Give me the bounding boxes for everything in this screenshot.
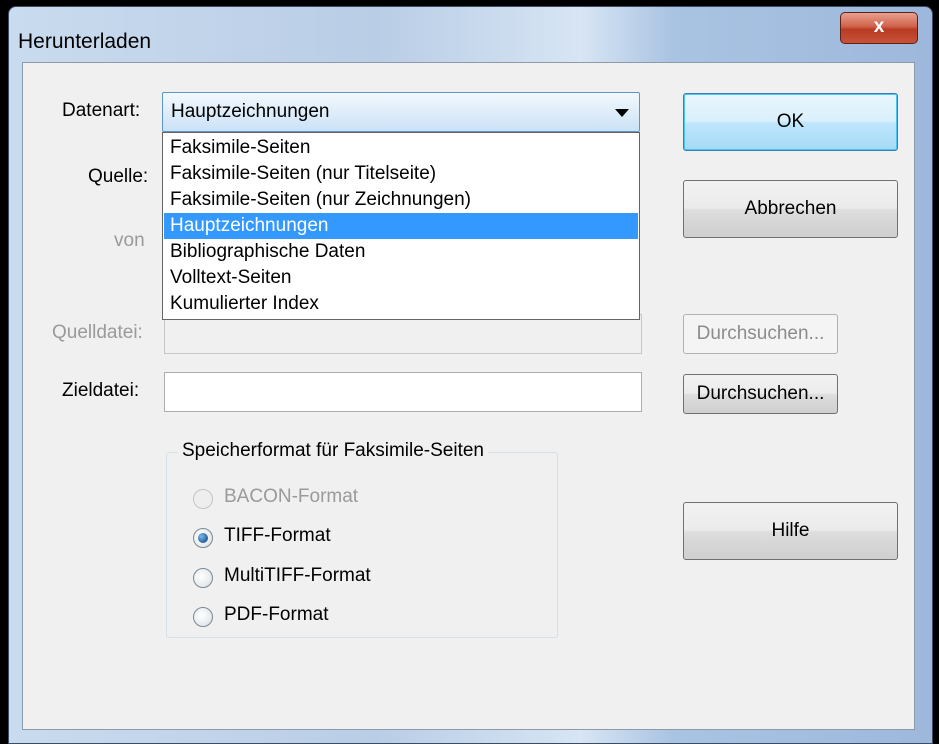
datenart-selected-value: Hauptzeichnungen — [171, 101, 330, 122]
help-button[interactable]: Hilfe — [683, 502, 898, 560]
close-button[interactable]: x — [840, 12, 918, 44]
zieldatei-label: Zieldatei: — [62, 380, 140, 401]
radio-pdf-format[interactable] — [193, 607, 213, 627]
ok-button-label: OK — [776, 111, 805, 132]
radio-bacon-label: BACON-Format — [224, 486, 359, 507]
radio-bacon-format — [193, 489, 213, 509]
dropdown-option-faksimile-zeichnungen[interactable]: Faksimile-Seiten (nur Zeichnungen) — [164, 187, 638, 213]
datenart-dropdown-list[interactable]: Faksimile-Seiten Faksimile-Seiten (nur T… — [162, 132, 640, 320]
dropdown-option-kumulierter-index[interactable]: Kumulierter Index — [164, 291, 638, 317]
browse-source-label: Durchsuchen... — [696, 323, 825, 344]
browse-source-button: Durchsuchen... — [683, 314, 838, 354]
dropdown-option-volltext[interactable]: Volltext-Seiten — [164, 265, 638, 291]
datenart-label: Datenart: — [62, 100, 141, 121]
radio-pdf-label[interactable]: PDF-Format — [224, 604, 329, 626]
close-icon: x — [873, 16, 885, 37]
datenart-combobox[interactable]: Hauptzeichnungen — [162, 92, 640, 132]
von-label: von — [114, 230, 145, 251]
browse-target-label: Durchsuchen... — [696, 383, 825, 404]
ok-button[interactable]: OK — [683, 93, 898, 151]
radio-tiff-format[interactable] — [193, 528, 213, 548]
dropdown-option-hauptzeichnungen[interactable]: Hauptzeichnungen — [164, 213, 638, 239]
radio-multitiff-format[interactable] — [193, 568, 213, 588]
radio-multitiff-label[interactable]: MultiTIFF-Format — [224, 565, 371, 587]
zieldatei-field[interactable] — [164, 372, 642, 412]
cancel-button-label: Abbrechen — [744, 198, 837, 219]
dialog-title: Herunterladen — [18, 30, 152, 53]
dropdown-option-bibliographische-daten[interactable]: Bibliographische Daten — [164, 239, 638, 265]
radio-tiff-label[interactable]: TIFF-Format — [224, 525, 331, 547]
dropdown-option-faksimile[interactable]: Faksimile-Seiten — [164, 135, 638, 161]
cancel-button[interactable]: Abbrechen — [683, 180, 898, 238]
help-button-label: Hilfe — [771, 520, 810, 541]
quelldatei-field — [164, 314, 642, 354]
format-groupbox-title: Speicherformat für Faksimile-Seiten — [178, 440, 488, 462]
browse-target-button[interactable]: Durchsuchen... — [683, 374, 838, 414]
chevron-down-icon[interactable] — [615, 109, 629, 117]
dropdown-option-faksimile-titelseite[interactable]: Faksimile-Seiten (nur Titelseite) — [164, 161, 638, 187]
quelldatei-label: Quelldatei: — [52, 322, 143, 343]
quelle-label: Quelle: — [88, 166, 149, 187]
